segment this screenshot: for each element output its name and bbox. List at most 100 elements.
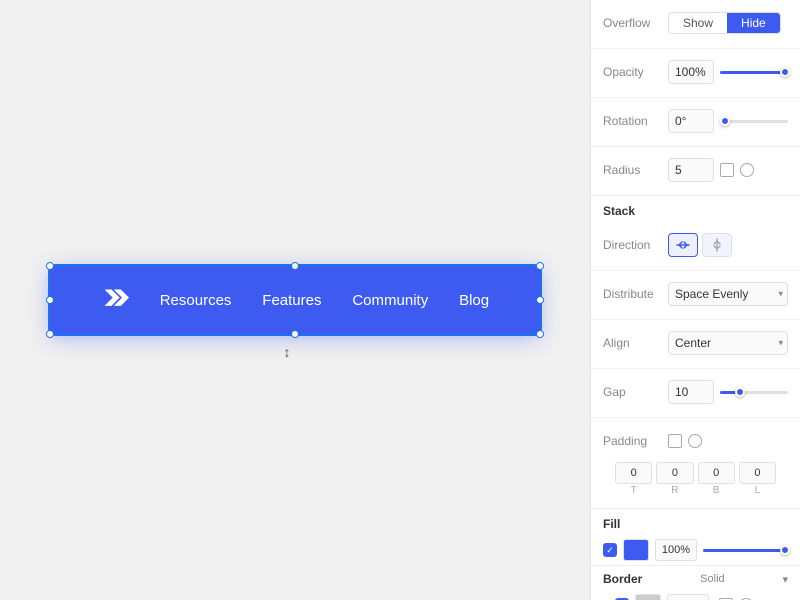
fill-opacity-fill	[703, 549, 788, 552]
nav-item-features[interactable]: Features	[262, 292, 321, 309]
padding-l-input[interactable]	[739, 462, 776, 484]
nav-component[interactable]: Resources Features Community Blog	[50, 266, 540, 334]
rotation-slider[interactable]	[720, 120, 788, 123]
direction-row: Direction	[603, 230, 788, 260]
padding-b-cell: B	[698, 462, 735, 496]
border-type-label: Solid	[700, 573, 724, 585]
padding-r-cell: R	[656, 462, 693, 496]
resize-handle-bottom[interactable]: ↕	[284, 344, 291, 360]
direction-vertical-button[interactable]	[702, 233, 732, 257]
rotation-label: Rotation	[603, 114, 668, 128]
border-title: Border	[603, 572, 642, 586]
padding-b-label: B	[698, 485, 735, 496]
checkbox-check-icon: ✓	[606, 545, 614, 556]
padding-row-header: Padding	[603, 426, 788, 456]
distribute-row: Distribute Space Evenly Space Between Sp…	[603, 279, 788, 309]
handle-br[interactable]	[536, 330, 544, 338]
overflow-toggle[interactable]: Show Hide	[668, 12, 781, 34]
padding-r-label: R	[656, 485, 693, 496]
overflow-hide-button[interactable]: Hide	[727, 13, 780, 33]
padding-square-icon[interactable]	[668, 434, 682, 448]
nav-logo	[101, 286, 129, 314]
right-panel: Overflow Show Hide Opacity Rotati	[590, 0, 800, 600]
distribute-select[interactable]: Space Evenly Space Between Space Around	[668, 282, 788, 306]
radius-input[interactable]	[668, 158, 714, 182]
handle-ml[interactable]	[46, 296, 54, 304]
direction-value	[668, 233, 788, 257]
overflow-show-button[interactable]: Show	[669, 13, 727, 33]
opacity-slider[interactable]	[720, 71, 788, 74]
handle-bm[interactable]	[291, 330, 299, 338]
padding-t-label: T	[615, 485, 652, 496]
opacity-section: Opacity	[591, 49, 800, 98]
align-section: Align Center Start End Stretch ▾	[591, 320, 800, 369]
nav-item-community[interactable]: Community	[352, 292, 428, 309]
distribute-section: Distribute Space Evenly Space Between Sp…	[591, 271, 800, 320]
padding-section: Padding T R B L	[591, 418, 800, 509]
fill-opacity-thumb[interactable]	[780, 545, 790, 555]
align-label: Align	[603, 336, 668, 350]
nav-item-resources[interactable]: Resources	[160, 292, 232, 309]
padding-link-icon[interactable]	[688, 434, 702, 448]
opacity-input[interactable]	[668, 60, 714, 84]
fill-checkbox[interactable]: ✓	[603, 543, 617, 557]
padding-b-input[interactable]	[698, 462, 735, 484]
opacity-label: Opacity	[603, 65, 668, 79]
padding-t-input[interactable]	[615, 462, 652, 484]
handle-mr[interactable]	[536, 296, 544, 304]
direction-section: Direction	[591, 222, 800, 271]
fill-opacity-slider[interactable]	[703, 549, 788, 552]
overflow-section: Overflow Show Hide	[591, 0, 800, 49]
border-section: Border Solid ▾ ✓	[591, 565, 800, 600]
border-controls-row: ✓	[603, 590, 788, 600]
handle-tm[interactable]	[291, 262, 299, 270]
rotation-input[interactable]	[668, 109, 714, 133]
padding-t-cell: T	[615, 462, 652, 496]
radius-link-icon[interactable]	[740, 163, 754, 177]
padding-r-input[interactable]	[656, 462, 693, 484]
nav-item-blog[interactable]: Blog	[459, 292, 489, 309]
fill-opacity-input[interactable]	[655, 539, 697, 561]
fill-row: ✓	[591, 535, 800, 565]
radius-section: Radius	[591, 147, 800, 196]
canvas: Resources Features Community Blog ↕	[0, 0, 590, 600]
opacity-fill	[720, 71, 788, 74]
gap-section: Gap	[591, 369, 800, 418]
border-width-input[interactable]	[667, 594, 709, 600]
border-color-swatch[interactable]	[635, 594, 661, 600]
border-type-arrow[interactable]: ▾	[782, 573, 788, 586]
overflow-label: Overflow	[603, 16, 668, 30]
direction-horizontal-button[interactable]	[668, 233, 698, 257]
rotation-thumb[interactable]	[720, 116, 730, 126]
gap-slider[interactable]	[720, 391, 788, 394]
padding-checkboxes	[668, 434, 788, 448]
align-dropdown-wrap[interactable]: Center Start End Stretch ▾	[668, 331, 788, 355]
align-select[interactable]: Center Start End Stretch	[668, 331, 788, 355]
distribute-label: Distribute	[603, 287, 668, 301]
padding-l-cell: L	[739, 462, 776, 496]
distribute-dropdown-wrap[interactable]: Space Evenly Space Between Space Around …	[668, 282, 788, 306]
gap-row: Gap	[603, 377, 788, 407]
radius-value	[668, 158, 788, 182]
radius-square-icon[interactable]	[720, 163, 734, 177]
rotation-value	[668, 109, 788, 133]
handle-tl[interactable]	[46, 262, 54, 270]
padding-label: Padding	[603, 434, 668, 448]
opacity-row: Opacity	[603, 57, 788, 87]
padding-inputs-row: T R B L	[603, 458, 788, 500]
gap-input[interactable]	[668, 380, 714, 404]
gap-label: Gap	[603, 385, 668, 399]
handle-bl[interactable]	[46, 330, 54, 338]
fill-color-swatch[interactable]	[623, 539, 649, 561]
radius-row: Radius	[603, 155, 788, 185]
gap-value	[668, 380, 788, 404]
handle-tr[interactable]	[536, 262, 544, 270]
rotation-row: Rotation	[603, 106, 788, 136]
overflow-row: Overflow Show Hide	[603, 8, 788, 38]
fill-title: Fill	[591, 509, 800, 535]
opacity-value	[668, 60, 788, 84]
gap-slider-thumb[interactable]	[735, 387, 745, 397]
overflow-value: Show Hide	[668, 12, 788, 34]
radius-label: Radius	[603, 163, 668, 177]
opacity-thumb[interactable]	[780, 67, 790, 77]
